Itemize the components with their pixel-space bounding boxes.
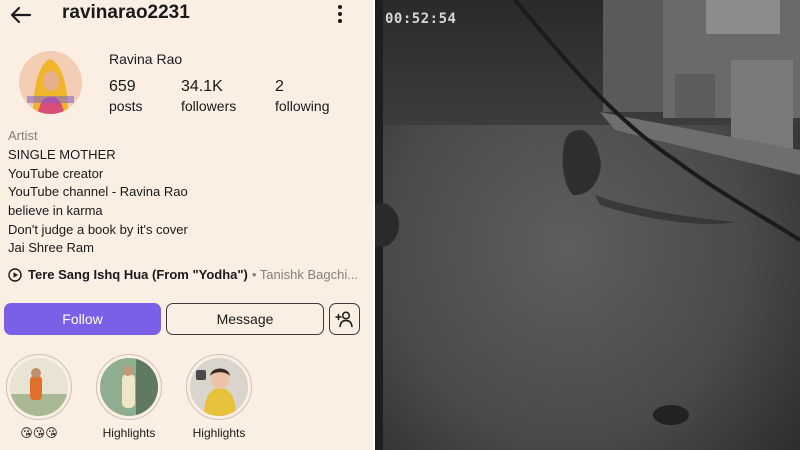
highlight-label: 😘😘😘 [20,426,58,440]
followers-count[interactable]: 34.1K [181,78,223,96]
following-count[interactable]: 2 [275,78,284,96]
posts-label[interactable]: posts [109,98,142,114]
cctv-scene [375,0,800,450]
story-highlight[interactable]: Highlights [96,354,162,440]
music-artist: • Tanishk Bagchi... [251,267,359,282]
add-user-button[interactable] [329,303,360,335]
profile-category: Artist [8,128,38,143]
cctv-footage-still: 00:52:54 [375,0,800,450]
highlight-label: Highlights [102,426,156,440]
back-arrow-icon[interactable] [8,2,34,28]
following-label[interactable]: following [275,98,329,114]
message-button[interactable]: Message [166,303,324,335]
posts-count[interactable]: 659 [109,78,136,96]
bio-line: Don't judge a book by it's cover [8,222,188,237]
follow-button[interactable]: Follow [4,303,161,335]
cctv-timestamp: 00:52:54 [385,11,457,27]
profile-display-name: Ravina Rao [109,51,183,67]
story-highlight[interactable]: 😘😘😘 [6,354,72,440]
profile-music[interactable]: Tere Sang Ishq Hua (From "Yodha") • Tani… [8,267,358,282]
profile-username: ravinarao2231 [62,2,190,23]
bio-line: believe in karma [8,203,103,218]
play-circle-icon [8,267,22,282]
highlight-label: Highlights [192,426,246,440]
instagram-profile-panel: ravinarao2231 Ravina Rao 659 posts 34.1K… [0,0,373,450]
profile-avatar[interactable] [19,51,82,114]
top-bar: ravinarao2231 [0,0,373,30]
music-song-title: Tere Sang Ishq Hua (From "Yodha") [28,267,248,282]
bio-line: Jai Shree Ram [8,240,94,255]
bio-line: YouTube channel - Ravina Rao [8,184,188,199]
bio-line: SINGLE MOTHER [8,147,116,162]
bio-line: YouTube creator [8,166,104,181]
story-highlight[interactable]: Highlights [186,354,252,440]
kebab-menu-icon[interactable] [331,3,349,25]
add-user-icon [334,311,353,328]
followers-label[interactable]: followers [181,98,236,114]
